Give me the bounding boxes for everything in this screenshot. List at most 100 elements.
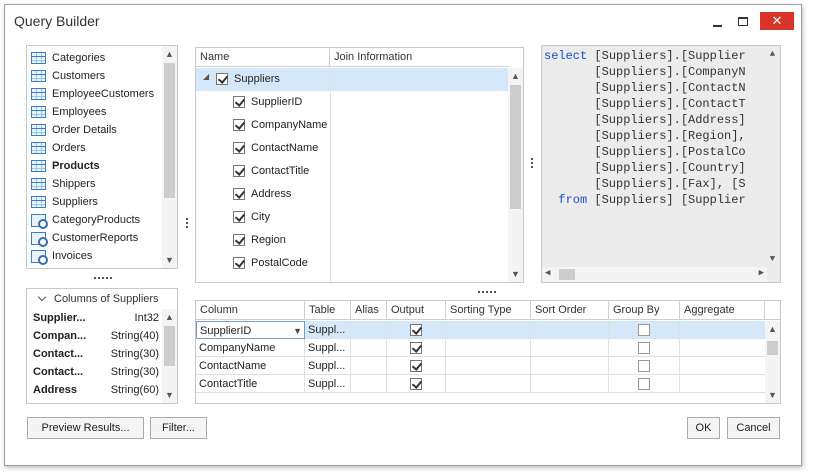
table-checkbox[interactable] xyxy=(216,73,228,85)
alias-cell[interactable] xyxy=(351,339,387,357)
column-info-row[interactable]: Compan... String(40) xyxy=(27,327,163,345)
filter-button[interactable]: Filter... xyxy=(150,417,207,439)
scroll-thumb[interactable] xyxy=(767,341,778,355)
maximize-button[interactable] xyxy=(729,12,757,30)
tables-list-item[interactable]: Categories xyxy=(29,49,105,67)
scroll-down-icon[interactable]: ▼ xyxy=(765,251,780,267)
minimize-button[interactable] xyxy=(703,12,731,30)
dropdown-arrow-icon[interactable]: ▼ xyxy=(293,322,302,338)
aggregate-cell[interactable] xyxy=(680,357,766,375)
splitter-grip[interactable] xyxy=(478,291,498,294)
sql-horizontal-scrollbar[interactable]: ◀ ▶ xyxy=(542,267,767,282)
query-grid-row[interactable]: CompanyName Suppl... xyxy=(196,339,766,357)
column-header[interactable]: Column xyxy=(196,301,305,320)
field-checkbox[interactable] xyxy=(233,142,245,154)
field-checkbox[interactable] xyxy=(233,234,245,246)
output-checkbox[interactable] xyxy=(410,324,422,337)
group-by-checkbox[interactable] xyxy=(638,360,650,373)
sort-order-cell[interactable] xyxy=(531,339,609,357)
scroll-down-icon[interactable]: ▼ xyxy=(508,266,523,282)
sorting-type-cell[interactable] xyxy=(446,339,531,357)
output-cell[interactable] xyxy=(387,321,446,339)
scroll-down-icon[interactable]: ▼ xyxy=(765,387,780,403)
cancel-button[interactable]: Cancel xyxy=(727,417,780,439)
scroll-up-icon[interactable]: ▲ xyxy=(508,68,523,84)
field-row[interactable]: ContactName xyxy=(196,137,509,160)
aggregate-cell[interactable] xyxy=(680,339,766,357)
field-row[interactable]: City xyxy=(196,206,509,229)
group-by-cell[interactable] xyxy=(609,321,680,339)
scroll-up-icon[interactable]: ▲ xyxy=(765,321,780,337)
aggregate-header[interactable]: Aggregate xyxy=(680,301,765,320)
output-cell[interactable] xyxy=(387,339,446,357)
group-by-cell[interactable] xyxy=(609,375,680,393)
query-grid-row[interactable]: ContactName Suppl... xyxy=(196,357,766,375)
scroll-thumb[interactable] xyxy=(510,85,521,209)
diagram-scrollbar[interactable]: ▲ ▼ xyxy=(508,68,523,282)
columns-panel-scrollbar[interactable]: ▲ ▼ xyxy=(162,309,177,403)
table-header[interactable]: Table xyxy=(305,301,351,320)
field-row[interactable]: Address xyxy=(196,183,509,206)
splitter-grip[interactable] xyxy=(94,277,114,280)
output-header[interactable]: Output xyxy=(387,301,446,320)
field-row[interactable]: PostalCode xyxy=(196,252,509,275)
preview-results-button[interactable]: Preview Results... xyxy=(27,417,144,439)
name-column-header[interactable]: Name xyxy=(196,48,330,67)
field-row[interactable]: ContactTitle xyxy=(196,160,509,183)
tables-list-item[interactable]: Suppliers xyxy=(29,193,98,211)
alias-cell[interactable] xyxy=(351,321,387,339)
group-by-checkbox[interactable] xyxy=(638,342,650,355)
column-info-row[interactable]: Contact... String(30) xyxy=(27,345,163,363)
output-checkbox[interactable] xyxy=(410,360,422,373)
group-by-cell[interactable] xyxy=(609,339,680,357)
collapse-icon[interactable]: ◢ xyxy=(203,72,209,81)
scroll-left-icon[interactable]: ◀ xyxy=(545,268,550,278)
output-checkbox[interactable] xyxy=(410,378,422,391)
alias-cell[interactable] xyxy=(351,375,387,393)
sql-panel[interactable]: select [Suppliers].[Supplier [Suppliers]… xyxy=(541,45,781,283)
scroll-thumb[interactable] xyxy=(164,326,175,366)
splitter-grip-vertical[interactable] xyxy=(531,158,534,170)
field-checkbox[interactable] xyxy=(233,211,245,223)
columns-panel-header[interactable]: Columns of Suppliers xyxy=(27,289,177,309)
aggregate-cell[interactable] xyxy=(680,321,766,339)
splitter-grip-vertical[interactable] xyxy=(186,218,189,230)
output-cell[interactable] xyxy=(387,375,446,393)
sorting-type-cell[interactable] xyxy=(446,375,531,393)
query-grid-row[interactable]: ContactTitle Suppl... xyxy=(196,375,766,393)
column-info-row[interactable]: Contact... String(30) xyxy=(27,363,163,381)
sorting-type-cell[interactable] xyxy=(446,357,531,375)
aggregate-cell[interactable] xyxy=(680,375,766,393)
scroll-up-icon[interactable]: ▲ xyxy=(162,46,177,62)
column-info-row[interactable]: Supplier... Int32 xyxy=(27,309,163,327)
close-button[interactable]: ✕ xyxy=(760,12,794,30)
tables-list-item[interactable]: CustomerReports xyxy=(29,229,138,247)
sort-order-header[interactable]: Sort Order xyxy=(531,301,609,320)
scroll-up-icon[interactable]: ▲ xyxy=(765,46,780,62)
field-checkbox[interactable] xyxy=(233,165,245,177)
output-cell[interactable] xyxy=(387,357,446,375)
tables-list-scrollbar[interactable]: ▲ ▼ xyxy=(162,46,177,268)
sort-order-cell[interactable] xyxy=(531,375,609,393)
alias-cell[interactable] xyxy=(351,357,387,375)
group-by-checkbox[interactable] xyxy=(638,378,650,391)
tables-list-item[interactable]: Invoices xyxy=(29,247,92,265)
column-cell[interactable]: CompanyName xyxy=(196,339,305,357)
ok-button[interactable]: OK xyxy=(687,417,720,439)
tables-list-item[interactable]: Customers xyxy=(29,67,105,85)
sort-order-cell[interactable] xyxy=(531,321,609,339)
column-cell[interactable]: ContactTitle xyxy=(196,375,305,393)
column-cell[interactable]: ContactName xyxy=(196,357,305,375)
field-row[interactable]: Region xyxy=(196,229,509,252)
scroll-up-icon[interactable]: ▲ xyxy=(162,309,177,325)
join-column-header[interactable]: Join Information xyxy=(330,48,509,67)
group-by-header[interactable]: Group By xyxy=(609,301,680,320)
table-cell[interactable]: Suppl... xyxy=(305,357,351,375)
field-checkbox[interactable] xyxy=(233,119,245,131)
query-grid-row[interactable]: SupplierID ▼ Suppl... xyxy=(196,321,766,339)
group-by-checkbox[interactable] xyxy=(638,324,650,337)
sorting-type-cell[interactable] xyxy=(446,321,531,339)
field-checkbox[interactable] xyxy=(233,257,245,269)
tables-list-item[interactable]: Shippers xyxy=(29,175,95,193)
table-cell[interactable]: Suppl... xyxy=(305,375,351,393)
